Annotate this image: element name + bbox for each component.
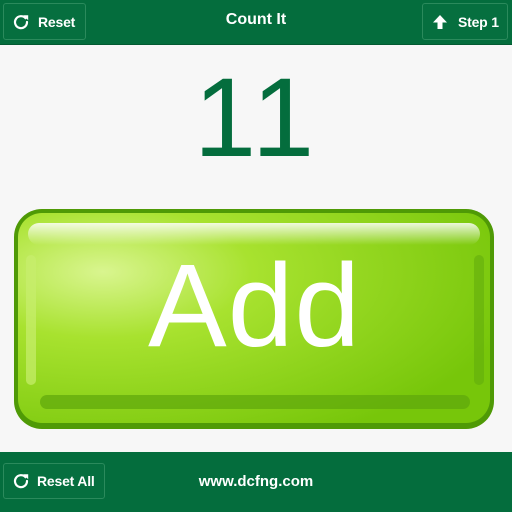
step-button-label: Step 1 — [458, 13, 499, 30]
add-button[interactable]: Add — [12, 205, 497, 433]
add-button-label: Add — [148, 240, 361, 372]
step-button[interactable]: Step 1 — [422, 3, 508, 40]
counter-display: 11 — [193, 55, 319, 180]
top-toolbar: Reset Count It Step 1 — [0, 0, 512, 45]
arrow-up-icon — [433, 14, 447, 29]
website-link[interactable]: www.dcfng.com — [0, 473, 512, 490]
